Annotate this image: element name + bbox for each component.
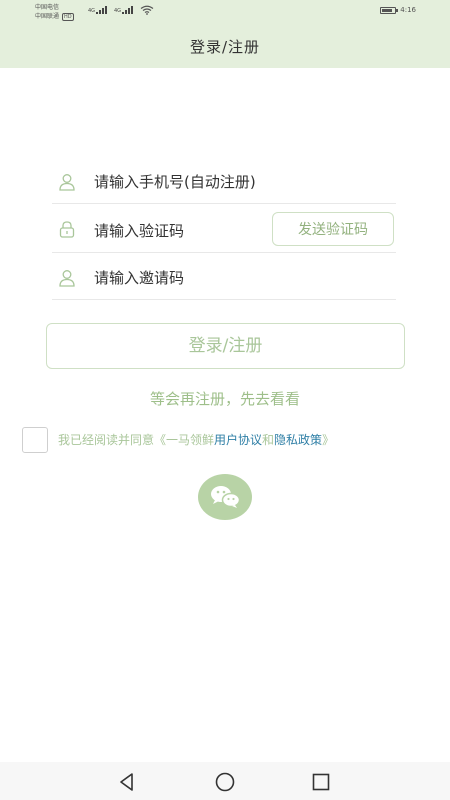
user-icon [59, 174, 75, 191]
login-screen: 中国电信 中国联通 HD 4G 4G 4:16 登录/注册 请输入手机号(自动注… [0, 0, 450, 800]
code-field-row: 发送验证码 [52, 212, 396, 253]
system-navigation-bar [0, 762, 450, 800]
lock-icon [59, 221, 75, 238]
phone-input[interactable] [94, 171, 384, 193]
wechat-icon [211, 486, 241, 508]
back-triangle-icon[interactable] [116, 771, 138, 793]
agreement-text: 我已经阅读并同意《一马领鲜用户协议和隐私政策》 [58, 431, 334, 448]
agreement-checkbox[interactable] [22, 427, 48, 453]
wechat-login-button[interactable] [198, 474, 252, 520]
signal-strength-icon: 4G [88, 6, 108, 14]
status-bar-right: 4:16 [380, 6, 416, 14]
user-icon [59, 270, 75, 287]
status-time: 4:16 [400, 6, 416, 14]
hd-badge: HD [62, 12, 74, 21]
signal-strength-icon: 4G [114, 6, 134, 14]
agreement-prefix: 我已经阅读并同意《一马领鲜 [58, 433, 215, 447]
privacy-policy-link[interactable]: 隐私政策 [274, 433, 322, 447]
status-bar-carriers: 中国电信 中国联通 HD [35, 3, 74, 21]
skip-register-link[interactable]: 等会再注册，先去看看 [0, 388, 450, 409]
invite-code-input[interactable] [94, 267, 304, 289]
phone-field-row [52, 163, 396, 204]
user-agreement-link[interactable]: 用户协议 [214, 433, 262, 447]
carrier-1: 中国电信 [35, 4, 60, 11]
login-register-button[interactable]: 登录/注册 [46, 323, 405, 369]
app-header: 中国电信 中国联通 HD 4G 4G 4:16 登录/注册 [0, 0, 450, 68]
wifi-icon [140, 5, 154, 15]
battery-icon [380, 6, 399, 14]
page-title: 登录/注册 [189, 38, 261, 56]
agreement-suffix: 》 [322, 433, 335, 447]
network-label-1: 4G [88, 8, 96, 14]
recents-square-icon[interactable] [310, 771, 332, 793]
invite-field-row [52, 259, 396, 300]
agreement-and: 和 [262, 433, 275, 447]
agreement-row: 我已经阅读并同意《一马领鲜用户协议和隐私政策》 [22, 427, 442, 453]
home-circle-icon[interactable] [214, 771, 236, 793]
network-label-2: 4G [114, 8, 122, 14]
send-code-button[interactable]: 发送验证码 [272, 212, 394, 246]
carrier-2: 中国联通 [35, 13, 60, 20]
